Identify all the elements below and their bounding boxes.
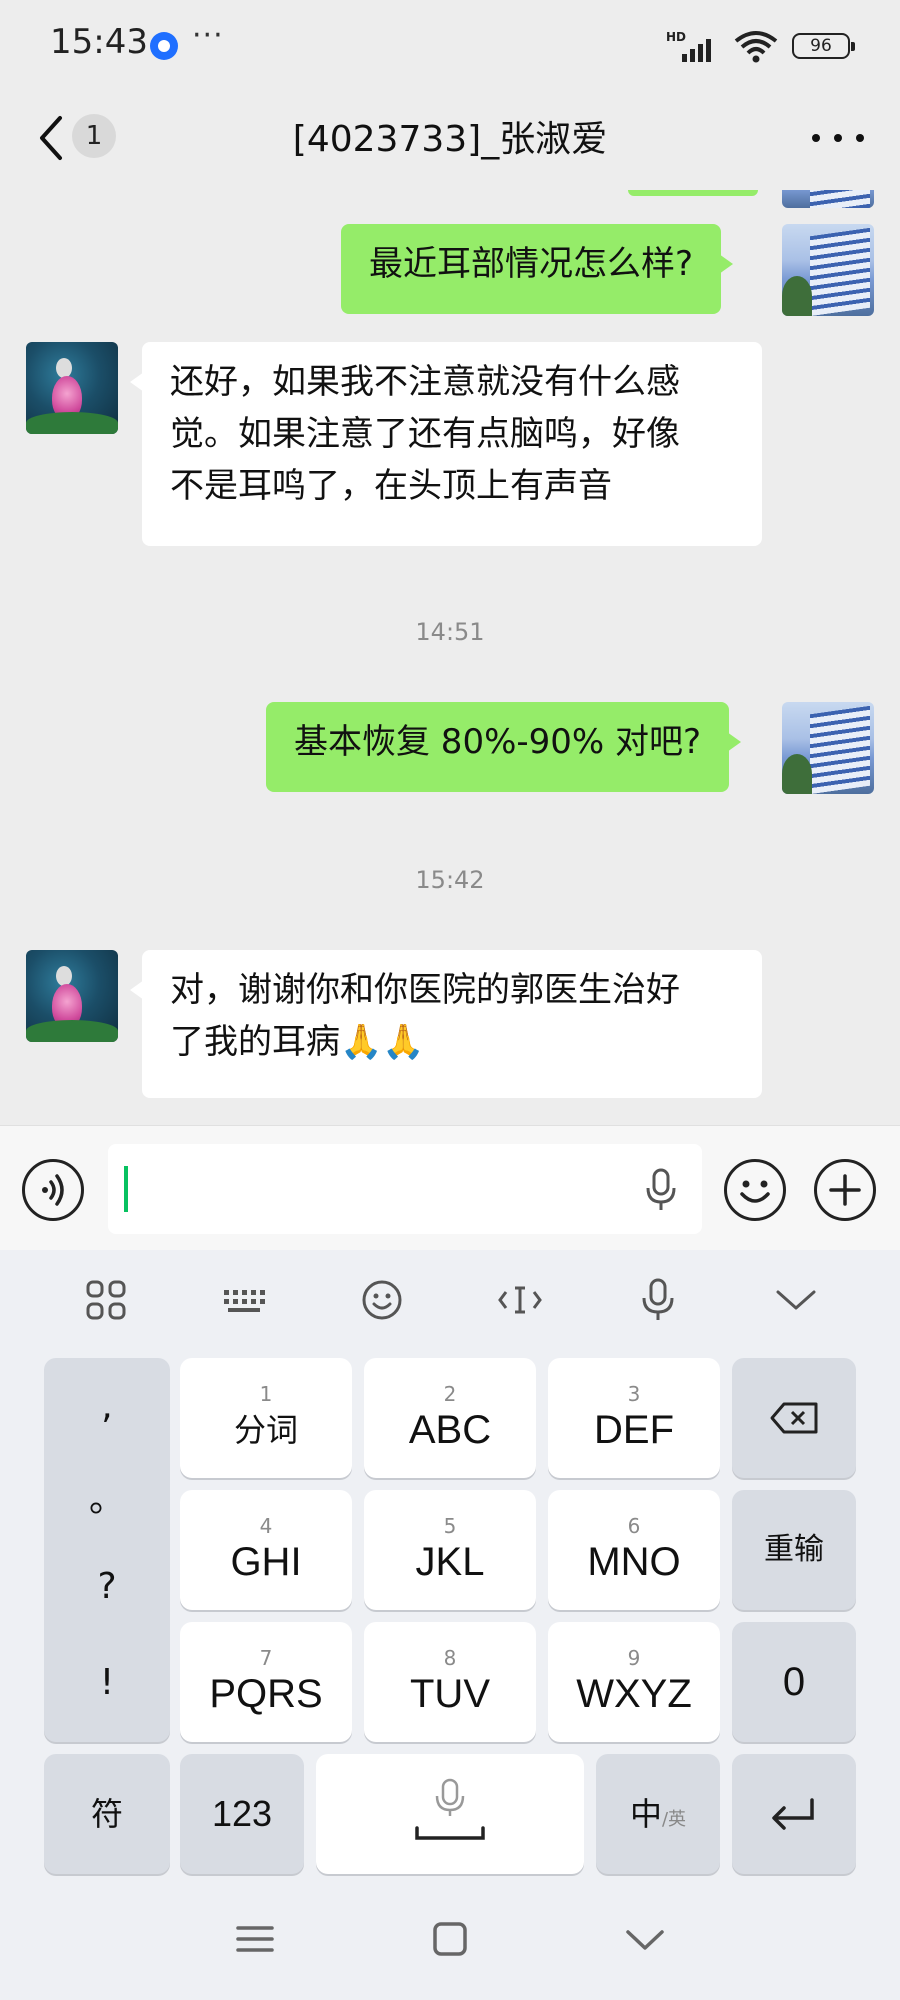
key-0[interactable]: 0 xyxy=(732,1622,856,1742)
punctuation-key[interactable]: ? xyxy=(44,1566,170,1607)
message-timestamp: 14:51 xyxy=(415,618,485,646)
text-caret xyxy=(124,1166,128,1212)
message-line: 还好，如果我不注意就没有什么感 xyxy=(170,362,680,402)
wifi-icon xyxy=(734,31,778,63)
chat-header: 1 [4023733]_张淑爱 xyxy=(0,92,900,190)
punctuation-key[interactable]: , xyxy=(44,1386,170,1427)
punctuation-key[interactable]: ! xyxy=(44,1662,170,1703)
smile-icon[interactable] xyxy=(724,1159,786,1221)
contact-avatar[interactable] xyxy=(26,342,118,434)
enter-key[interactable] xyxy=(732,1754,856,1874)
collapse-keyboard-icon[interactable] xyxy=(770,1274,822,1326)
outgoing-message[interactable]: 最近耳部情况怎么样? xyxy=(341,224,734,314)
key-label: DEF xyxy=(594,1408,674,1452)
key-4[interactable]: 4 GHI xyxy=(180,1490,352,1610)
key-label: 重输 xyxy=(764,1533,824,1566)
key-number: 4 xyxy=(259,1514,273,1538)
message-line: 了我的耳病🙏🙏 xyxy=(170,1022,425,1062)
enter-icon xyxy=(772,1798,814,1830)
message-timestamp: 15:42 xyxy=(415,866,485,894)
key-label: WXYZ xyxy=(576,1672,692,1716)
status-more-icon: ··· xyxy=(192,18,224,53)
message-list[interactable]: 最近耳部情况怎么样? 还好，如果我不注意就没有什么感 觉。如果注意了还有点脑鸣，… xyxy=(0,190,900,1125)
key-label: GHI xyxy=(230,1540,302,1584)
more-options-icon[interactable] xyxy=(812,118,864,158)
key-label: 123 xyxy=(211,1793,273,1834)
keyboard-layout-icon[interactable] xyxy=(218,1274,270,1326)
contact-avatar[interactable] xyxy=(26,950,118,1042)
input-bar xyxy=(0,1125,900,1250)
key-9[interactable]: 9 WXYZ xyxy=(548,1622,720,1742)
voice-wave-icon[interactable] xyxy=(22,1159,84,1221)
backspace-key[interactable] xyxy=(732,1358,856,1478)
voice-input-icon[interactable] xyxy=(632,1274,684,1326)
key-label: MNO xyxy=(587,1540,681,1584)
key-1[interactable]: 1 分词 xyxy=(180,1358,352,1478)
key-6[interactable]: 6 MNO xyxy=(548,1490,720,1610)
plus-circle-icon[interactable] xyxy=(814,1159,876,1221)
key-label: TUV xyxy=(410,1672,490,1716)
message-input[interactable] xyxy=(108,1144,702,1234)
key-number: 3 xyxy=(627,1382,641,1406)
message-line: 觉。如果注意了还有点脑鸣，好像 xyxy=(170,414,680,454)
emoji-keyboard-icon[interactable] xyxy=(356,1274,408,1326)
message-line: 不是耳鸣了，在头顶上有声音 xyxy=(170,466,612,506)
key-8[interactable]: 8 TUV xyxy=(364,1622,536,1742)
numbers-key[interactable]: 123 xyxy=(180,1754,304,1874)
key-label: ABC xyxy=(408,1408,492,1452)
self-avatar[interactable] xyxy=(782,702,874,794)
cursor-move-icon[interactable] xyxy=(494,1274,546,1326)
key-label: JKL xyxy=(415,1540,485,1584)
symbols-key[interactable]: 符 xyxy=(44,1754,170,1874)
message-line: 对，谢谢你和你医院的郭医生治好 xyxy=(170,970,680,1010)
language-switch-key[interactable]: 中 /英 xyxy=(596,1754,720,1874)
keyboard-toolbar xyxy=(0,1250,900,1350)
battery-icon: 96 xyxy=(792,33,855,59)
key-label: 分词 xyxy=(233,1412,298,1448)
menu-icon[interactable] xyxy=(230,1914,280,1964)
key-label: 符 xyxy=(90,1796,123,1832)
space-key[interactable] xyxy=(316,1754,584,1874)
punctuation-key[interactable]: 。 xyxy=(44,1470,170,1522)
key-label: PQRS xyxy=(209,1672,323,1716)
previous-message-fragment xyxy=(628,190,758,196)
message-text: 基本恢复 80%-90% 对吧? xyxy=(294,722,702,762)
self-avatar[interactable] xyxy=(782,190,874,208)
self-avatar[interactable] xyxy=(782,224,874,316)
key-number: 2 xyxy=(443,1382,457,1406)
signal-icon: HD xyxy=(666,30,720,62)
incoming-message[interactable]: 对，谢谢你和你医院的郭医生治好 了我的耳病🙏🙏 xyxy=(130,950,762,1098)
apps-grid-icon[interactable] xyxy=(80,1274,132,1326)
key-sublabel: /英 xyxy=(661,1809,687,1830)
key-label: 中 xyxy=(629,1796,662,1832)
chat-title: [4023733]_张淑爱 xyxy=(292,119,608,160)
key-5[interactable]: 5 JKL xyxy=(364,1490,536,1610)
app-notification-icon xyxy=(150,32,178,60)
home-square-icon[interactable] xyxy=(425,1914,475,1964)
reinput-key[interactable]: 重输 xyxy=(732,1490,856,1610)
key-7[interactable]: 7 PQRS xyxy=(180,1622,352,1742)
key-number: 7 xyxy=(259,1646,273,1670)
status-indicators: HD 96 xyxy=(666,26,855,66)
message-text: 最近耳部情况怎么样? xyxy=(369,244,694,284)
key-number: 8 xyxy=(443,1646,457,1670)
key-number: 9 xyxy=(627,1646,641,1670)
key-number: 5 xyxy=(443,1514,457,1538)
backspace-icon xyxy=(770,1402,818,1434)
microphone-icon[interactable] xyxy=(644,1168,678,1212)
key-3[interactable]: 3 DEF xyxy=(548,1358,720,1478)
system-navigation-bar xyxy=(0,1880,900,2000)
outgoing-message[interactable]: 基本恢复 80%-90% 对吧? xyxy=(266,702,742,792)
status-time: 15:43 xyxy=(50,22,148,62)
incoming-message[interactable]: 还好，如果我不注意就没有什么感 觉。如果注意了还有点脑鸣，好像 不是耳鸣了，在头… xyxy=(130,342,762,546)
key-number: 1 xyxy=(259,1382,273,1406)
status-bar: 15:43 ··· HD 96 xyxy=(0,0,900,92)
space-mic-icon xyxy=(415,1778,485,1840)
key-number: 6 xyxy=(627,1514,641,1538)
chevron-down-icon[interactable] xyxy=(620,1914,670,1964)
key-label: 0 xyxy=(782,1660,806,1704)
key-2[interactable]: 2 ABC xyxy=(364,1358,536,1478)
punctuation-column[interactable]: , 。 ? ! xyxy=(44,1358,170,1742)
